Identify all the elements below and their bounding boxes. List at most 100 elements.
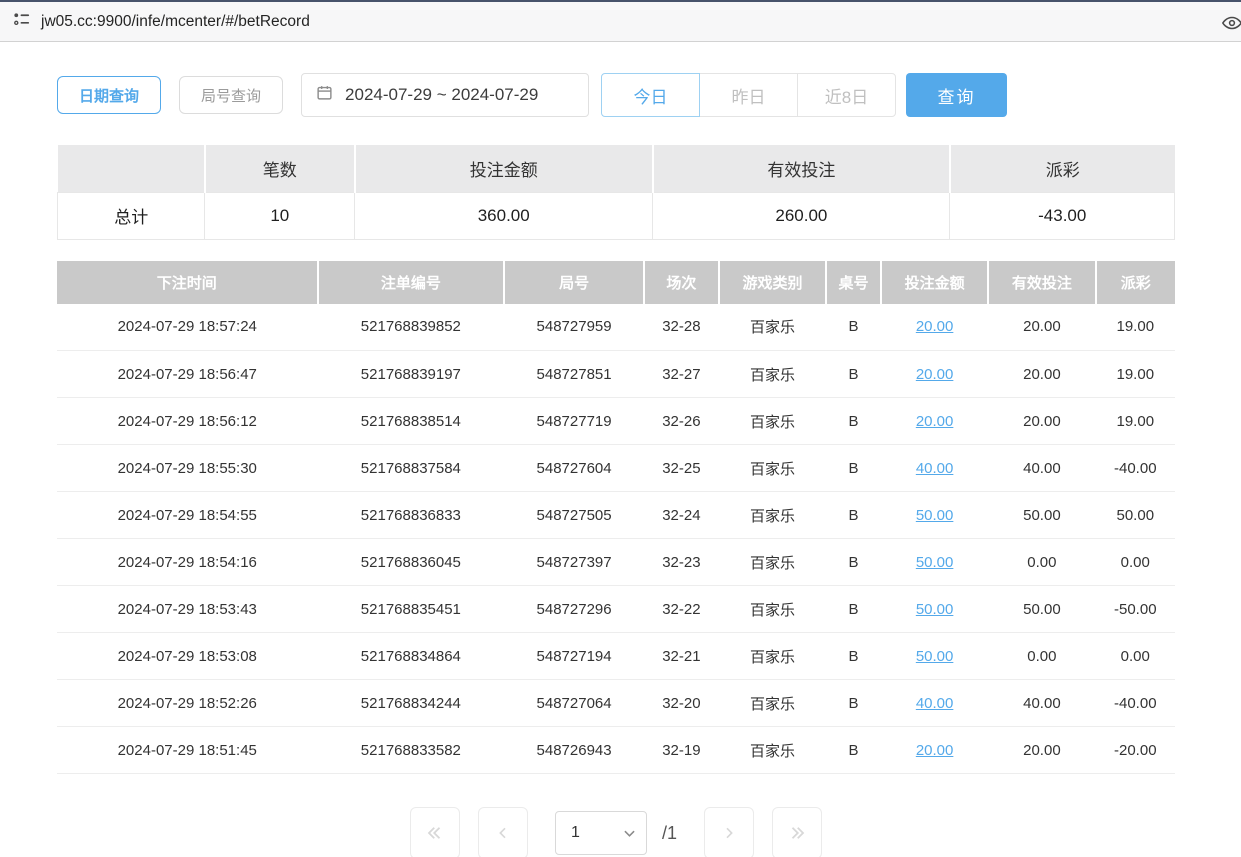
bet-amount-link[interactable]: 20.00 [916,413,954,430]
cell-bet-id: 521768839197 [318,351,505,398]
cell-game-type: 百家乐 [719,398,826,445]
cell-bet-amount: 40.00 [881,445,988,492]
tab-list-icon[interactable] [12,10,31,34]
cell-valid-bet: 20.00 [988,727,1095,774]
reader-eye-icon[interactable] [1220,12,1241,39]
cell-round-id: 548727064 [504,680,644,727]
cell-bet-time: 2024-07-29 18:52:26 [57,680,318,727]
summary-header-payout: 派彩 [950,145,1175,192]
last-page-button[interactable] [772,807,822,857]
cell-table-no: B [826,445,881,492]
cell-valid-bet: 50.00 [988,492,1095,539]
cell-game-type: 百家乐 [719,351,826,398]
cell-bet-amount: 40.00 [881,680,988,727]
pagination: 1 /1 [57,807,1175,857]
cell-session: 32-22 [644,586,719,633]
cell-bet-time: 2024-07-29 18:54:16 [57,539,318,586]
table-row: 2024-07-29 18:53:08 521768834864 5487271… [57,633,1175,680]
page-select[interactable]: 1 [555,811,647,855]
cell-table-no: B [826,586,881,633]
cell-bet-id: 521768834864 [318,633,505,680]
cell-bet-time: 2024-07-29 18:54:55 [57,492,318,539]
table-row: 2024-07-29 18:54:16 521768836045 5487273… [57,539,1175,586]
bet-amount-link[interactable]: 20.00 [916,742,954,759]
cell-game-type: 百家乐 [719,304,826,351]
cell-game-type: 百家乐 [719,445,826,492]
cell-round-id: 548727719 [504,398,644,445]
cell-table-no: B [826,727,881,774]
cell-session: 32-24 [644,492,719,539]
page-select-value: 1 [571,824,580,842]
quick-date-group: 今日 昨日 近8日 [601,73,896,117]
bet-amount-link[interactable]: 50.00 [916,554,954,571]
cell-session: 32-20 [644,680,719,727]
address-bar[interactable]: jw05.cc:9900/infe/mcenter/#/betRecord [0,0,1241,42]
yesterday-button[interactable]: 昨日 [699,73,798,117]
cell-game-type: 百家乐 [719,680,826,727]
cell-table-no: B [826,633,881,680]
date-query-tab[interactable]: 日期查询 [57,76,161,114]
date-range-input[interactable]: 2024-07-29 ~ 2024-07-29 [301,73,589,117]
records-header-row: 下注时间 注单编号 局号 场次 游戏类别 桌号 投注金额 有效投注 派彩 [57,261,1175,304]
cell-payout: -40.00 [1096,445,1175,492]
double-chevron-left-icon [425,824,445,842]
cell-round-id: 548727604 [504,445,644,492]
prev-page-button[interactable] [478,807,528,857]
cell-payout: -40.00 [1096,680,1175,727]
cell-game-type: 百家乐 [719,586,826,633]
cell-table-no: B [826,680,881,727]
cell-table-no: B [826,304,881,351]
summary-header-row: 笔数 投注金额 有效投注 派彩 [58,145,1175,192]
cell-payout: 0.00 [1096,633,1175,680]
bet-records-table: 下注时间 注单编号 局号 场次 游戏类别 桌号 投注金额 有效投注 派彩 202… [57,261,1175,775]
summary-bet-amount-value: 360.00 [355,192,653,239]
cell-round-id: 548726943 [504,727,644,774]
bet-amount-link[interactable]: 20.00 [916,366,954,383]
summary-total-row: 总计 10 360.00 260.00 -43.00 [58,192,1175,239]
cell-session: 32-27 [644,351,719,398]
cell-bet-amount: 50.00 [881,586,988,633]
cell-bet-id: 521768836045 [318,539,505,586]
last-8-days-button[interactable]: 近8日 [797,73,896,117]
table-row: 2024-07-29 18:53:43 521768835451 5487272… [57,586,1175,633]
bet-amount-link[interactable]: 50.00 [916,507,954,524]
cell-bet-id: 521768834244 [318,680,505,727]
cell-bet-time: 2024-07-29 18:51:45 [57,727,318,774]
cell-bet-amount: 50.00 [881,492,988,539]
col-header-bet-time: 下注时间 [57,261,318,304]
round-query-tab[interactable]: 局号查询 [179,76,283,114]
col-header-session: 场次 [644,261,719,304]
cell-table-no: B [826,539,881,586]
cell-round-id: 548727851 [504,351,644,398]
table-row: 2024-07-29 18:51:45 521768833582 5487269… [57,727,1175,774]
url-text[interactable]: jw05.cc:9900/infe/mcenter/#/betRecord [41,13,310,31]
cell-table-no: B [826,492,881,539]
cell-round-id: 548727296 [504,586,644,633]
table-row: 2024-07-29 18:56:47 521768839197 5487278… [57,351,1175,398]
cell-bet-time: 2024-07-29 18:56:47 [57,351,318,398]
cell-payout: 50.00 [1096,492,1175,539]
col-header-table-no: 桌号 [826,261,881,304]
cell-valid-bet: 0.00 [988,539,1095,586]
bet-amount-link[interactable]: 40.00 [916,695,954,712]
next-page-button[interactable] [704,807,754,857]
bet-amount-link[interactable]: 40.00 [916,460,954,477]
first-page-button[interactable] [410,807,460,857]
search-button[interactable]: 查询 [906,73,1007,117]
col-header-round-id: 局号 [504,261,644,304]
calendar-icon [316,84,333,106]
cell-bet-time: 2024-07-29 18:56:12 [57,398,318,445]
summary-count-value: 10 [205,192,355,239]
cell-bet-id: 521768837584 [318,445,505,492]
cell-bet-time: 2024-07-29 18:55:30 [57,445,318,492]
cell-table-no: B [826,351,881,398]
chevron-right-icon [721,824,737,842]
bet-amount-link[interactable]: 20.00 [916,318,954,335]
bet-amount-link[interactable]: 50.00 [916,648,954,665]
col-header-valid-bet: 有效投注 [988,261,1095,304]
bet-amount-link[interactable]: 50.00 [916,601,954,618]
today-button[interactable]: 今日 [601,73,700,117]
cell-bet-id: 521768833582 [318,727,505,774]
cell-valid-bet: 40.00 [988,445,1095,492]
cell-payout: 0.00 [1096,539,1175,586]
